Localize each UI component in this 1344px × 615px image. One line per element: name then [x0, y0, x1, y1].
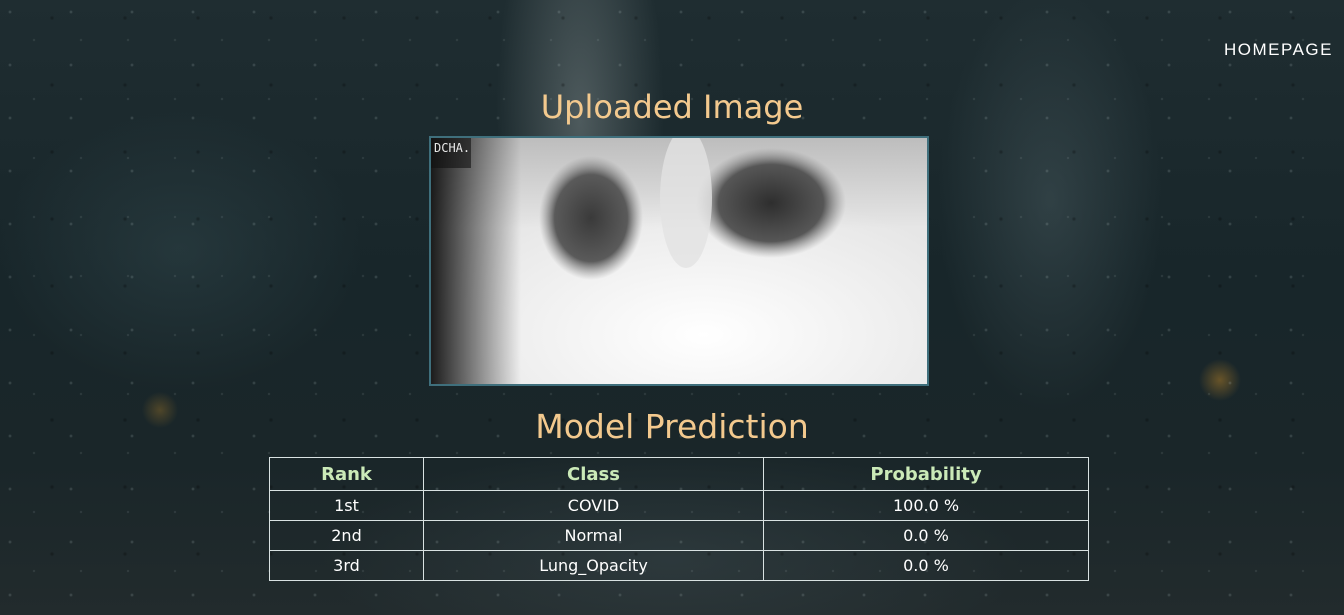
class-cell: Lung_Opacity — [423, 550, 764, 581]
probability-cell: 0.0 % — [763, 550, 1089, 581]
header-class: Class — [423, 457, 764, 491]
probability-cell: 0.0 % — [763, 520, 1089, 551]
class-cell: COVID — [423, 490, 764, 521]
rank-cell: 3rd — [269, 550, 424, 581]
xray-marker-text: DCHA. — [434, 141, 470, 155]
model-prediction-title: Model Prediction — [535, 407, 809, 446]
uploaded-image-title: Uploaded Image — [540, 88, 804, 126]
class-cell: Normal — [423, 520, 764, 551]
table-header-row: Rank Class Probability — [269, 457, 1089, 491]
table-row: 2nd Normal 0.0 % — [269, 520, 1089, 551]
uploaded-xray-image: DCHA. — [429, 136, 929, 386]
rank-cell: 2nd — [269, 520, 424, 551]
table-row: 1st COVID 100.0 % — [269, 490, 1089, 521]
homepage-link[interactable]: HOMEPAGE — [1224, 40, 1333, 60]
header-rank: Rank — [269, 457, 424, 491]
rank-cell: 1st — [269, 490, 424, 521]
table-row: 3rd Lung_Opacity 0.0 % — [269, 550, 1089, 581]
header-probability: Probability — [763, 457, 1089, 491]
probability-cell: 100.0 % — [763, 490, 1089, 521]
prediction-table: Rank Class Probability 1st COVID 100.0 %… — [269, 457, 1089, 581]
